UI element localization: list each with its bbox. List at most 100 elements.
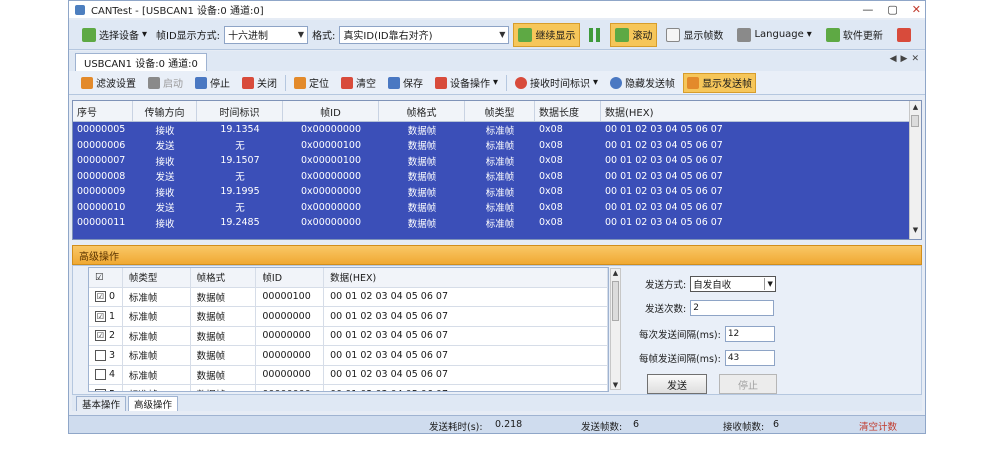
send-list-row[interactable]: 3 标准帧 数据帧 00000000 00 01 02 03 04 05 06 07 <box>89 346 608 366</box>
rx-timestamp-button[interactable]: 接收时间标识 ▾ <box>511 73 602 93</box>
format-select[interactable]: 真实ID(ID靠右对齐) ▼ <box>339 25 510 44</box>
tab-advanced-operations[interactable]: 高级操作 <box>128 396 179 411</box>
column-header[interactable]: 数据(HEX) <box>601 101 911 121</box>
column-header[interactable]: 帧ID <box>283 101 379 121</box>
row-checkbox[interactable] <box>95 369 106 381</box>
table-cell: 00 01 02 03 04 05 06 07 <box>605 124 723 136</box>
select-device-button[interactable]: 选择设备 ▾ <box>77 23 152 47</box>
table-row[interactable]: 00000010 发送 无 0x00000000 数据帧 标准帧 0x08 00 01 02 … <box>73 200 921 216</box>
send-list-grid[interactable]: ☑ 帧类型 帧格式 帧ID 数据(HEX) ☑ 0 标准帧 数据帧 00000100 00 01 … <box>88 267 609 392</box>
column-header[interactable]: 帧类型 <box>465 101 535 121</box>
column-header[interactable]: 传输方向 <box>133 101 197 121</box>
dropdown-arrow-icon: ▾ <box>493 77 499 88</box>
send-count-input[interactable]: 2 <box>690 300 775 316</box>
table-cell: 00 01 02 03 04 05 06 07 <box>324 307 608 326</box>
row-select-cell[interactable]: 5 <box>89 385 123 391</box>
scroll-button[interactable]: 滚动 <box>610 22 658 47</box>
send-list-row[interactable]: ☑ 1 标准帧 数据帧 00000000 00 01 02 03 04 05 06 07 <box>89 307 608 327</box>
column-header[interactable]: 数据长度 <box>535 101 601 121</box>
table-row[interactable]: 00000007 接收 19.1507 0x00000100 数据帧 标准帧 0x08 00 … <box>73 153 921 169</box>
clear-count-link[interactable]: 清空计数 <box>859 419 897 433</box>
close-icon[interactable]: ✕ <box>912 3 921 16</box>
interval-each-input[interactable]: 12 <box>724 326 775 342</box>
grid-scrollbar[interactable]: ▲ ▼ <box>909 101 921 239</box>
interval-frame-input[interactable]: 43 <box>724 350 775 366</box>
scroll-down-icon[interactable]: ▼ <box>611 381 620 389</box>
stop-button[interactable]: 停止 <box>191 73 234 93</box>
send-list-row[interactable]: ☑ 2 标准帧 数据帧 00000000 00 01 02 03 04 05 06 07 <box>89 326 608 346</box>
show-sent-button[interactable]: 显示发送帧 <box>683 72 757 93</box>
table-row[interactable]: 00000008 发送 无 0x00000000 数据帧 标准帧 0x08 00 01 02 … <box>73 169 921 185</box>
minimize-icon[interactable]: — <box>862 3 873 16</box>
timestamp-icon <box>515 76 528 89</box>
device-ops-button[interactable]: 设备操作 ▾ <box>431 73 502 93</box>
table-row[interactable]: 00000005 接收 19.1354 0x00000000 数据帧 标准帧 0x08 00 … <box>73 122 921 138</box>
clear-button[interactable]: 清空 <box>337 73 380 93</box>
table-cell: 00 01 02 03 04 05 06 07 <box>605 139 723 151</box>
language-button[interactable]: Language ▾ <box>732 23 816 47</box>
row-index: 0 <box>109 291 116 303</box>
pen-icon <box>737 27 752 42</box>
send-mode-select[interactable]: 自发自收 ▼ <box>690 276 777 292</box>
scroll-up-icon[interactable]: ▲ <box>611 269 620 277</box>
row-select-cell[interactable]: 3 <box>89 346 123 365</box>
document-icon <box>666 27 681 42</box>
tab-usbcan1[interactable]: USBCAN1 设备:0 通道:0 <box>75 53 207 71</box>
row-checkbox[interactable]: ☑ <box>95 291 106 303</box>
hide-sent-button[interactable]: 隐藏发送帧 <box>606 73 679 93</box>
column-header[interactable]: 时间标识 <box>197 101 283 121</box>
scroll-thumb[interactable] <box>612 281 619 321</box>
send-list-scrollbar[interactable]: ▲ ▼ <box>610 268 621 390</box>
close-device-button[interactable]: 关闭 <box>238 73 281 93</box>
show-frame-count-button[interactable]: 显示帧数 <box>661 23 728 47</box>
row-checkbox[interactable] <box>95 349 106 361</box>
table-cell: 00000000 <box>256 307 325 326</box>
save-button[interactable]: 保存 <box>384 73 427 93</box>
row-checkbox[interactable]: ☑ <box>95 330 106 342</box>
frame-id-format-select[interactable]: 十六进制 ▼ <box>224 25 309 44</box>
table-cell: 00 01 02 03 04 05 06 07 <box>324 346 608 365</box>
table-cell: 19.1354 <box>220 124 260 136</box>
tab-basic-operations[interactable]: 基本操作 <box>76 396 127 411</box>
row-select-cell[interactable]: ☑ 1 <box>89 307 123 326</box>
send-list-row[interactable]: 5 标准帧数据帧0000000000 01 02 03 04 05 06 07 <box>89 385 608 391</box>
column-header[interactable]: 帧格式 <box>379 101 465 121</box>
scroll-thumb[interactable] <box>911 115 919 127</box>
software-update-button[interactable]: 软件更新 <box>821 23 888 47</box>
continue-display-button[interactable]: 继续显示 <box>513 22 581 47</box>
scroll-up-icon[interactable]: ▲ <box>910 103 921 114</box>
tab-prev-icon[interactable]: ◀ <box>890 54 897 64</box>
stop-send-button[interactable]: 停止 <box>719 374 777 394</box>
send-list-row[interactable]: ☑ 0 标准帧 数据帧 00000100 00 01 02 03 04 05 06 07 <box>89 287 608 307</box>
tab-close-icon[interactable]: ✕ <box>911 54 919 64</box>
send-button[interactable]: 发送 <box>647 374 707 394</box>
dropdown-arrow-icon: ▾ <box>806 29 812 40</box>
filter-settings-button[interactable]: 滤波设置 <box>77 73 140 93</box>
send-list-row[interactable]: 4 标准帧 数据帧 00000000 00 01 02 03 04 05 06 07 <box>89 365 608 385</box>
tab-next-icon[interactable]: ▶ <box>901 54 908 64</box>
locate-button[interactable]: 定位 <box>290 73 333 93</box>
channel-toolbar: 滤波设置 启动 停止 关闭 定位 清空 保存 设备操作 ▾ 接收时间标识 ▾ 隐… <box>69 71 925 95</box>
send-settings-form: 发送方式: 自发自收 ▼ 发送次数: 2 每次发送间隔(ms): 12 每帧发送… <box>633 270 913 394</box>
start-button[interactable]: 启动 <box>144 73 187 93</box>
maximize-icon[interactable]: ▢ <box>887 3 897 16</box>
message-grid[interactable]: 序号 传输方向 时间标识 帧ID 帧格式 帧类型 数据长度 数据(HEX) 00000005 接… <box>72 100 922 240</box>
scroll-icon <box>615 27 630 42</box>
table-row[interactable]: 00000006 发送 无 0x00000100 数据帧 标准帧 0x08 00 01 02 … <box>73 138 921 154</box>
column-header[interactable]: ☑ <box>89 268 123 287</box>
table-cell: 00 01 02 03 04 05 06 07 <box>605 186 723 198</box>
table-row[interactable]: 00000009 接收 19.1995 0x00000000 数据帧 标准帧 0x08 00 … <box>73 184 921 200</box>
row-index: 2 <box>109 330 116 342</box>
table-cell: 19.1995 <box>220 186 260 198</box>
row-select-cell[interactable]: 4 <box>89 365 123 384</box>
send-list-body: ☑ 0 标准帧 数据帧 00000100 00 01 02 03 04 05 06 07 ☑… <box>89 287 608 391</box>
table-row[interactable]: 00000011 接收 19.2485 0x00000000 数据帧 标准帧 0x08 00 … <box>73 215 921 231</box>
row-select-cell[interactable]: ☑ 2 <box>89 326 123 345</box>
help-button[interactable] <box>892 23 916 47</box>
pause-button[interactable] <box>584 23 606 47</box>
row-checkbox[interactable]: ☑ <box>95 310 106 322</box>
scroll-down-icon[interactable]: ▼ <box>910 226 921 237</box>
column-header[interactable]: 序号 <box>73 101 133 121</box>
row-checkbox[interactable] <box>95 388 106 391</box>
row-select-cell[interactable]: ☑ 0 <box>89 287 123 306</box>
